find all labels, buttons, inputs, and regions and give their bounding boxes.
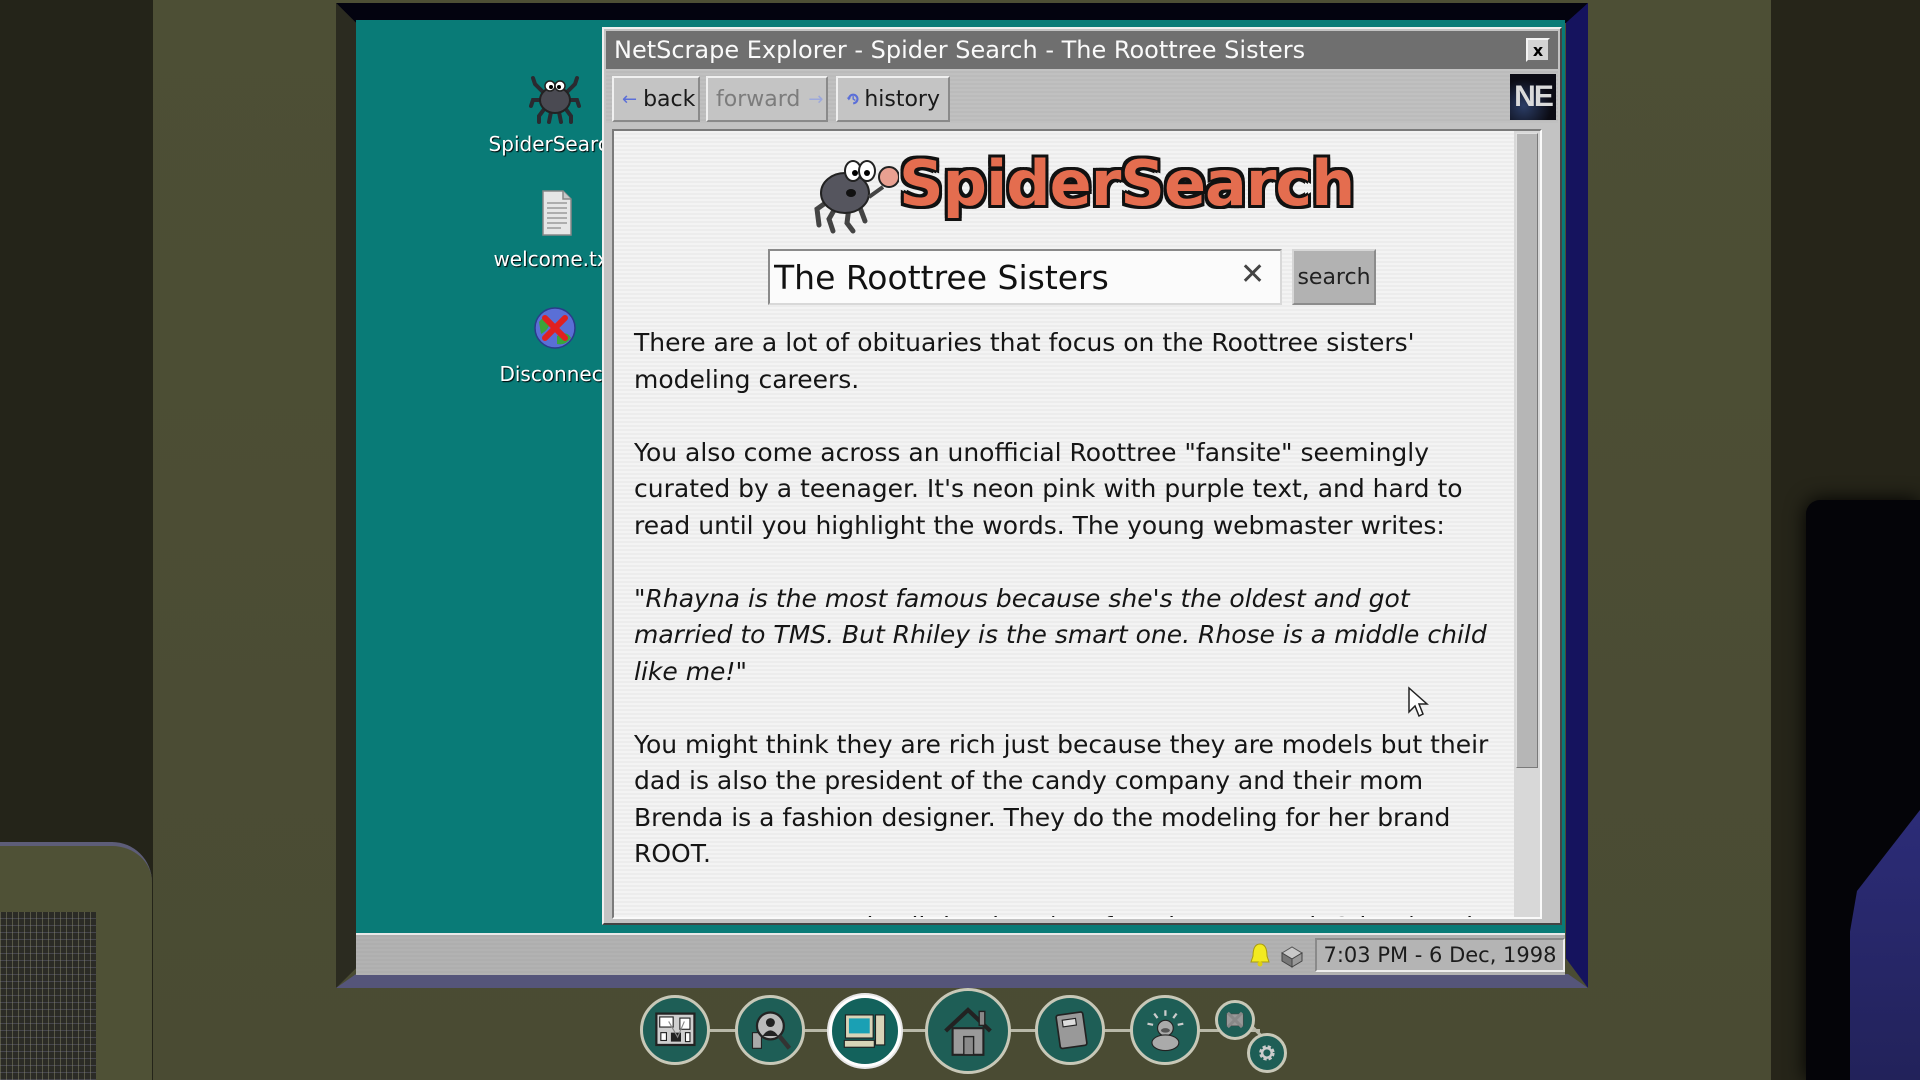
magnifier-person-icon xyxy=(751,1010,791,1050)
bezel-left xyxy=(336,3,356,988)
speaker-grille xyxy=(0,912,96,1080)
forward-arrow-icon: → xyxy=(808,88,824,110)
browser-logo: NE xyxy=(1510,74,1556,120)
back-button[interactable]: ← back xyxy=(612,76,700,122)
article-paragraph: You also come across an unofficial Roott… xyxy=(634,437,1463,540)
dock-duck-hint-button[interactable] xyxy=(1130,995,1200,1065)
article-paragraph: There are a lot of obituaries that focus… xyxy=(634,328,1415,394)
disconnect-globe-icon xyxy=(534,307,576,349)
computer-icon xyxy=(843,1014,886,1048)
clear-search-icon[interactable]: ✕ xyxy=(1240,257,1265,292)
clock: 7:03 PM - 6 Dec, 1998 xyxy=(1315,938,1565,972)
history-button[interactable]: history xyxy=(836,76,950,122)
photo-crossed-icon xyxy=(1226,1011,1244,1029)
search-input[interactable] xyxy=(768,249,1282,305)
dock-settings-button[interactable] xyxy=(1247,1033,1287,1073)
bell-icon[interactable] xyxy=(1248,942,1272,968)
history-icon xyxy=(846,93,859,105)
title-bar[interactable]: NetScrape Explorer - Spider Search - The… xyxy=(606,31,1558,69)
close-icon: x xyxy=(1532,40,1544,60)
history-label: history xyxy=(864,86,940,112)
dock-computer-button[interactable] xyxy=(829,995,901,1067)
game-scene: SpiderSearch welcome.txt Disconnect 7:03… xyxy=(0,0,1920,1080)
forward-label: forward xyxy=(716,86,801,112)
mouse-cursor-icon xyxy=(1408,686,1429,718)
close-button[interactable]: x xyxy=(1526,38,1550,62)
scrollbar-track[interactable] xyxy=(1514,131,1540,917)
search-result-article: There are a lot of obituaries that focus… xyxy=(634,325,1514,917)
duck-icon xyxy=(1146,1009,1184,1051)
article-paragraph: I eat Roottree candy all the time (my fa… xyxy=(634,909,1514,917)
disk-drive-icon[interactable] xyxy=(1278,943,1306,969)
back-label: back xyxy=(643,86,696,112)
dock-home-button[interactable] xyxy=(925,988,1011,1074)
window-title: NetScrape Explorer - Spider Search - The… xyxy=(614,36,1306,64)
dock-disable-photos-button[interactable] xyxy=(1215,1000,1255,1040)
scrollbar-thumb[interactable] xyxy=(1516,133,1538,768)
bezel-bottom xyxy=(336,974,1588,988)
dock-evidence-board-button[interactable] xyxy=(640,995,710,1065)
taskbar: 7:03 PM - 6 Dec, 1998 xyxy=(356,933,1565,975)
corkboard-icon xyxy=(654,1012,696,1046)
article-quote: "Rhayna is the most famous because she's… xyxy=(634,583,1487,686)
logo-text: SpiderSearch xyxy=(899,147,1355,220)
gear-icon xyxy=(1259,1045,1275,1061)
house-icon xyxy=(944,1007,992,1056)
spider-mascot-icon xyxy=(814,160,899,234)
search-button[interactable]: search xyxy=(1292,249,1376,305)
spider-icon xyxy=(529,76,581,124)
back-arrow-icon: ← xyxy=(622,88,638,110)
notebook-icon xyxy=(1054,1010,1088,1049)
article-paragraph: You might think they are rich just becau… xyxy=(634,729,1489,869)
browser-window: NetScrape Explorer - Spider Search - The… xyxy=(602,27,1562,925)
bezel-right xyxy=(1566,3,1588,988)
text-file-icon xyxy=(542,190,572,236)
dock-search-profile-button[interactable] xyxy=(735,995,805,1065)
spidersearch-logo: SpiderSearch xyxy=(809,147,1355,237)
forward-button[interactable]: forward → xyxy=(706,76,828,122)
browser-toolbar: ← back forward → history NE xyxy=(606,71,1558,123)
page-content: SpiderSearch ✕ search There are a lot of… xyxy=(612,129,1542,919)
dock-notebook-button[interactable] xyxy=(1035,995,1105,1065)
